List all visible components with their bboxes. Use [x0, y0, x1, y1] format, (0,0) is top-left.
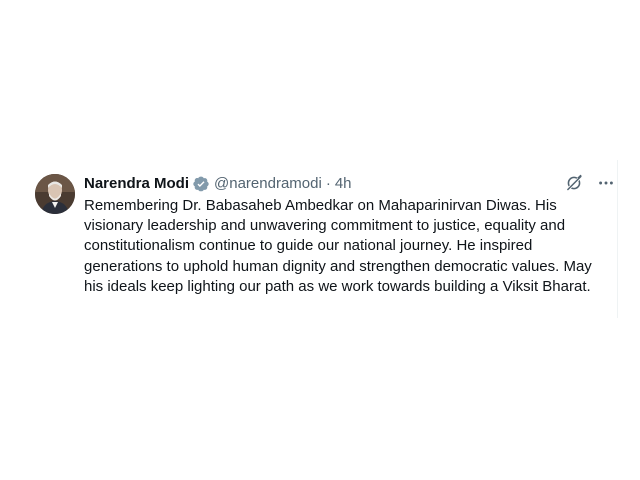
avatar-image: [35, 174, 75, 214]
grok-button[interactable]: [563, 172, 585, 194]
tweet-actions: [563, 172, 617, 194]
avatar[interactable]: [35, 174, 75, 214]
tweet-text: Remembering Dr. Babasaheb Ambedkar on Ma…: [84, 197, 592, 295]
tweet-card[interactable]: Narendra Modi @narendramodi · 4h Remembe…: [18, 160, 618, 318]
grok-icon: [566, 174, 583, 192]
page: Narendra Modi @narendramodi · 4h Remembe…: [0, 0, 640, 480]
tweet-timestamp[interactable]: 4h: [335, 174, 352, 194]
more-options-button[interactable]: [595, 172, 617, 194]
header-separator: ·: [325, 175, 331, 192]
author-handle[interactable]: @narendramodi: [214, 174, 322, 194]
more-options-icon: [599, 181, 613, 185]
verified-badge-icon[interactable]: [192, 175, 210, 193]
author-name[interactable]: Narendra Modi: [84, 174, 189, 194]
tweet-header: Narendra Modi @narendramodi · 4h: [84, 174, 352, 194]
